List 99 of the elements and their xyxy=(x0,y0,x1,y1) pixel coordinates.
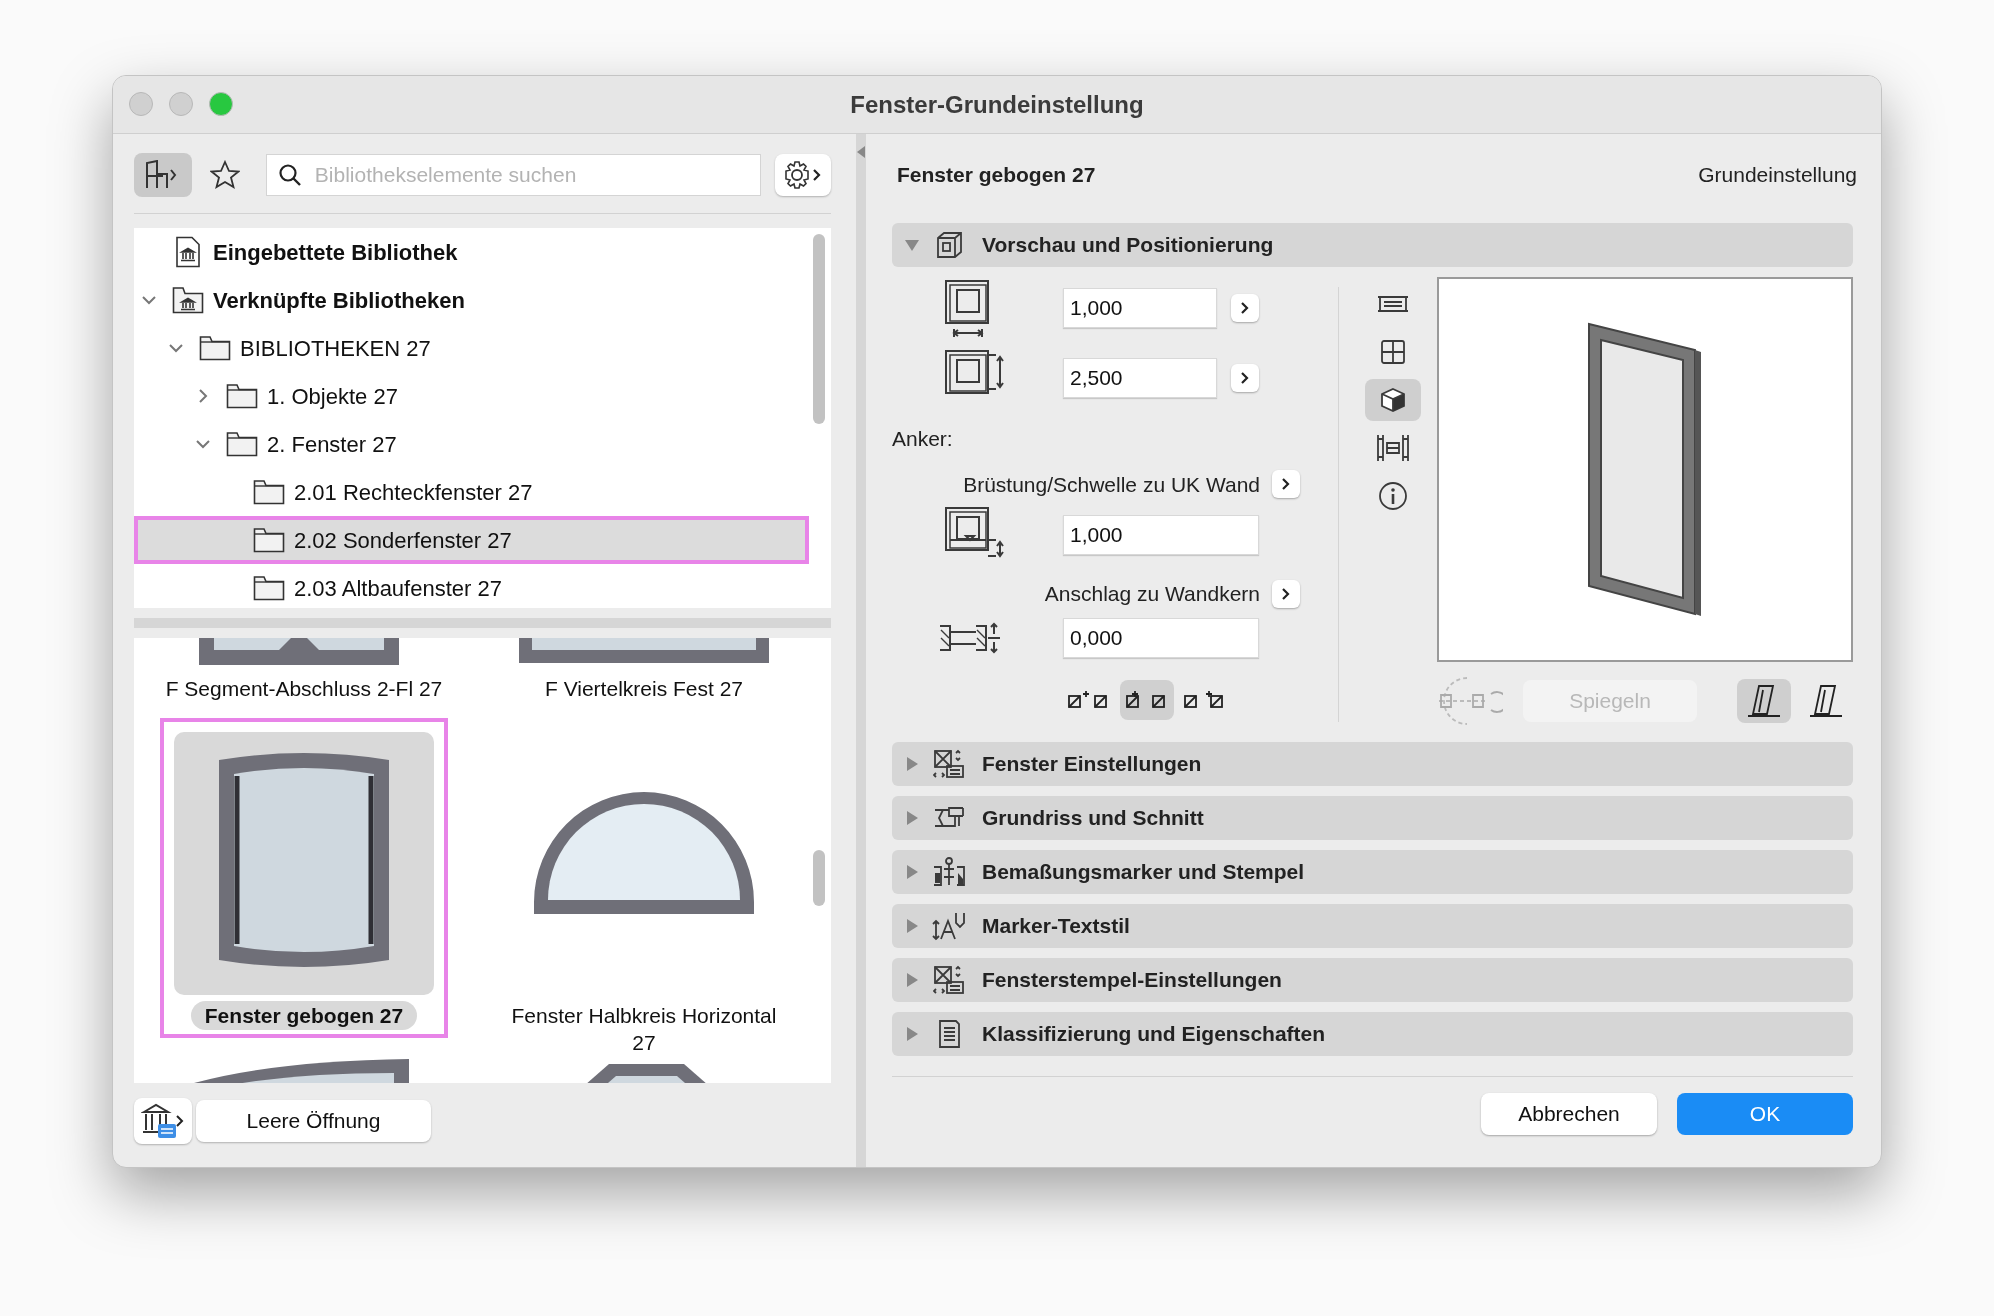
folder-icon xyxy=(199,335,231,361)
item-label: F Segment-Abschluss 2-Fl 27 xyxy=(164,676,444,702)
library-list-icon xyxy=(141,1102,185,1140)
folder-icon xyxy=(253,479,285,505)
reveal-label: Anschlag zu Wandkern xyxy=(1044,581,1260,607)
scrollbar-thumb[interactable] xyxy=(813,234,825,424)
tree-item[interactable]: 1. Objekte 27 xyxy=(134,372,809,420)
thumbnail-tile[interactable]: F Viertelkreis Fest 27 xyxy=(500,638,788,711)
tree-item[interactable]: BIBLIOTHEKEN 27 xyxy=(134,324,809,372)
disclosure-down-icon xyxy=(904,237,920,253)
section-header[interactable]: Vorschau und Positionierung xyxy=(892,223,1853,267)
window-title: Fenster-Grundeinstellung xyxy=(850,89,1144,120)
opening-side-button[interactable] xyxy=(1737,679,1791,723)
object-name: Fenster gebogen 27 xyxy=(897,162,1096,189)
library-folder-icon xyxy=(172,286,204,314)
library-document-icon xyxy=(175,236,201,268)
sill-options-button[interactable] xyxy=(1272,470,1300,499)
sill-label: Brüstung/Schwelle zu UK Wand xyxy=(963,471,1260,498)
chevron-right-icon xyxy=(1240,371,1250,385)
object-library-button[interactable] xyxy=(134,153,192,197)
settings-list-icon xyxy=(933,965,965,995)
value-field[interactable]: 2,500 xyxy=(1063,358,1217,398)
tree-item-label: BIBLIOTHEKEN 27 xyxy=(240,334,431,363)
cube-icon xyxy=(934,230,964,260)
anchor-option[interactable] xyxy=(1120,679,1174,720)
tree-item-label: Verknüpfte Bibliotheken xyxy=(213,286,465,315)
dimension-marker-icon xyxy=(932,857,966,887)
section-title: Bemaßungsmarker und Stempel xyxy=(982,859,1305,886)
tree-item[interactable]: Eingebettete Bibliothek xyxy=(134,228,809,276)
wall-plan-icon xyxy=(1376,294,1410,314)
section-header[interactable]: Grundriss und Schnitt xyxy=(892,796,1853,840)
text-style-icon xyxy=(932,911,966,941)
disclosure-right-icon xyxy=(904,756,920,772)
height-options-button[interactable] xyxy=(1231,364,1259,392)
thumbnail-tile[interactable]: Fenster gebogen 27 xyxy=(160,718,448,1038)
disclosure-right-icon xyxy=(904,864,920,880)
value-field[interactable]: 1,000 xyxy=(1063,288,1217,328)
section-header[interactable]: Bemaßungsmarker und Stempel xyxy=(892,850,1853,894)
mirror-rotate-icon xyxy=(1437,676,1503,726)
document-icon xyxy=(936,1019,962,1049)
search-field[interactable]: Bibliothekselemente suchen xyxy=(265,154,762,196)
reveal-options-button[interactable] xyxy=(1272,579,1300,608)
tree-item-label: 2.01 Rechteckfenster 27 xyxy=(294,478,533,507)
tree-item-label: 1. Objekte 27 xyxy=(267,382,398,411)
section-title: Marker-Textstil xyxy=(982,913,1130,940)
value-field[interactable]: 1,000 xyxy=(1063,515,1259,555)
disclosure-right-icon xyxy=(904,1026,920,1042)
folder-icon xyxy=(253,527,285,553)
scrollbar-thumb[interactable] xyxy=(813,850,825,906)
chevron-right-icon xyxy=(1240,301,1250,315)
section-title: Vorschau und Positionierung xyxy=(982,232,1274,259)
disclosure-right-icon xyxy=(904,918,920,934)
tree-item-label: 2.03 Altbaufenster 27 xyxy=(294,574,502,603)
info-icon xyxy=(1378,481,1408,511)
settings-list-icon xyxy=(933,749,965,779)
tree-item-label: 2. Fenster 27 xyxy=(267,430,397,459)
view-button[interactable] xyxy=(1365,379,1421,421)
section-header[interactable]: Klassifizierung und Eigenschaften xyxy=(892,1012,1853,1056)
thumbnail-tile[interactable]: Fenster Halbkreis Horizontal 27 xyxy=(474,718,814,1065)
door-leaf-icon xyxy=(1809,684,1843,718)
tree-item-label: Eingebettete Bibliothek xyxy=(213,238,458,267)
section-title: Grundriss und Schnitt xyxy=(982,805,1204,832)
folder-icon xyxy=(253,575,285,601)
settings-button[interactable] xyxy=(775,154,831,196)
width-options-button[interactable] xyxy=(1231,294,1259,322)
folder-icon xyxy=(226,431,258,457)
disclosure-right-icon xyxy=(904,972,920,988)
thumbnail-tile[interactable]: F Segment-Abschluss 2-Fl 27 xyxy=(137,638,471,711)
item-label: Fenster Halbkreis Horizontal 27 xyxy=(510,1003,778,1056)
section-title: Klassifizierung und Eigenschaften xyxy=(982,1021,1326,1048)
library-manager-button[interactable] xyxy=(134,1098,192,1144)
section-title: Fensterstempel-Einstellungen xyxy=(982,967,1282,994)
star-icon xyxy=(209,160,240,190)
section-header[interactable]: Fenster Einstellungen xyxy=(892,742,1853,786)
chevron-right-icon xyxy=(1281,586,1291,601)
window-grid-icon xyxy=(1380,339,1406,365)
disclosure-right-icon xyxy=(904,810,920,826)
door-leaf-icon xyxy=(1747,684,1781,718)
anchor-label: Anker: xyxy=(892,426,953,452)
tree-item[interactable]: Verknüpfte Bibliotheken xyxy=(134,276,809,324)
settings-mode-label: Grundeinstellung xyxy=(1698,162,1857,189)
tree-item[interactable]: 2. Fenster 27 xyxy=(134,420,809,468)
chevron-right-icon xyxy=(1281,477,1291,492)
cube-icon xyxy=(1380,387,1406,413)
tree-item[interactable]: 2.02 Sonderfenster 27 xyxy=(134,516,809,564)
cancel-button[interactable]: Abbrechen xyxy=(1481,1093,1657,1135)
item-label: F Viertelkreis Fest 27 xyxy=(544,676,744,702)
tree-item-label: 2.02 Sonderfenster 27 xyxy=(294,526,512,555)
wall-section-icon xyxy=(1376,433,1410,463)
folder-icon xyxy=(226,383,258,409)
value-field[interactable]: 0,000 xyxy=(1063,617,1259,658)
tree-item[interactable]: 2.01 Rechteckfenster 27 xyxy=(134,468,809,516)
item-label: Fenster gebogen 27 xyxy=(190,1001,418,1030)
section-header[interactable]: Fensterstempel-Einstellungen xyxy=(892,958,1853,1002)
search-icon xyxy=(277,163,302,187)
section-header[interactable]: Marker-Textstil xyxy=(892,904,1853,948)
tree-item[interactable]: 2.03 Altbaufenster 27 xyxy=(134,564,809,608)
empty-opening-button[interactable]: Leere Öffnung xyxy=(196,1100,431,1142)
section-title: Fenster Einstellungen xyxy=(982,751,1202,778)
